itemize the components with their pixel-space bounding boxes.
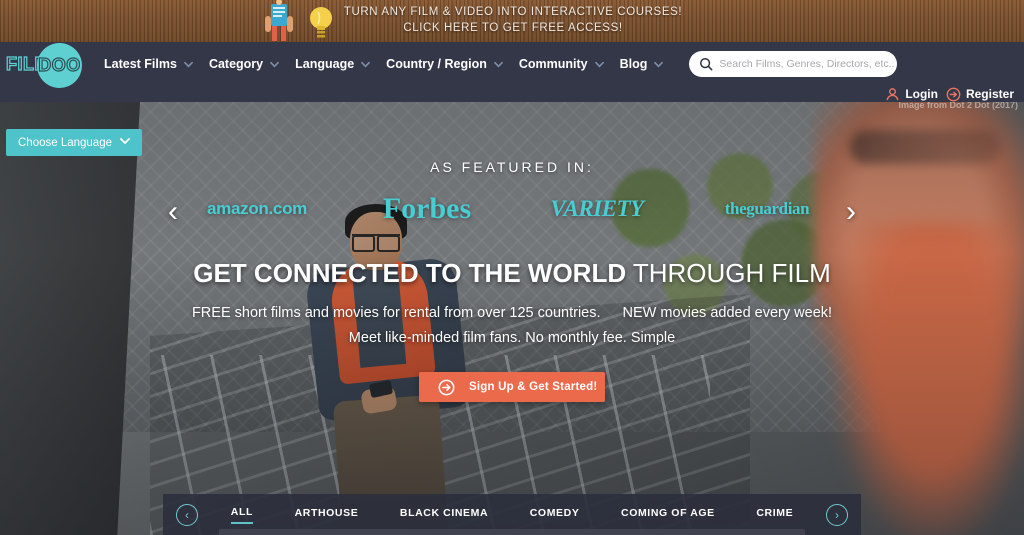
hero-subheadline-2: Meet like-minded film fans. No monthly f…: [348, 330, 676, 346]
logo-circle: DOO: [37, 43, 82, 88]
promo-banner[interactable]: TURN ANY FILM & VIDEO INTO INTERACTIVE C…: [0, 0, 1024, 42]
hero-headline-bold: GET CONNECTED TO THE WORLD: [193, 258, 627, 288]
chevron-down-icon: [184, 60, 193, 69]
chevron-down-icon: [361, 60, 371, 69]
hero-sub1b: NEW movies added every week!: [622, 305, 833, 321]
chevron-down-icon: [594, 60, 604, 69]
signup-cta-label: Sign Up & Get Started!: [469, 381, 598, 393]
search-icon: [699, 57, 713, 71]
chevron-down-icon: [654, 60, 664, 69]
category-item-all[interactable]: ALL: [230, 506, 253, 524]
nav-item-community[interactable]: Community: [519, 57, 604, 71]
press-logo-amazon: amazon.com: [207, 199, 307, 218]
login-label: Login: [905, 87, 938, 101]
filmdoo-logo[interactable]: FILM DOO: [5, 42, 82, 88]
hero-image-credit: Image from Dot 2 Dot (2017): [898, 102, 1018, 110]
register-button[interactable]: Register: [946, 87, 1014, 102]
choose-language-label: Choose Language: [18, 136, 112, 149]
promo-icons: [262, 0, 334, 42]
hero-headline: GET CONNECTED TO THE WORLD THROUGH FILM: [0, 258, 1024, 289]
user-icon: [885, 87, 900, 102]
hero-section: Image from Dot 2 Dot (2017) Choose Langu…: [0, 102, 1024, 535]
hero-subheadline-1: FREE short films and movies for rental f…: [0, 305, 1024, 321]
nav-label: Category: [208, 57, 264, 71]
chevron-down-icon: [493, 60, 503, 69]
category-item-comedy[interactable]: COMEDY: [530, 507, 580, 523]
hero-sub1a: FREE short films and movies for rental f…: [191, 305, 601, 321]
hero-headline-light: THROUGH FILM: [626, 258, 831, 288]
nav-item-blog[interactable]: Blog: [620, 57, 664, 71]
nav-search-input[interactable]: Search Films, Genres, Directors, etc..: [689, 51, 898, 77]
category-filter-bar: ‹ ALL ARTHOUSE BLACK CINEMA COMEDY COMIN…: [163, 494, 861, 535]
hero-carousel-next[interactable]: ›: [846, 197, 856, 227]
nav-item-category[interactable]: Category: [208, 57, 280, 71]
category-item-black-cinema[interactable]: BLACK CINEMA: [400, 507, 488, 523]
logo-text-doo: DOO: [38, 54, 81, 75]
nav-links: Latest Films Category Language Country /…: [104, 51, 898, 77]
chevron-down-icon: [270, 60, 280, 69]
lightbulb-icon: [309, 7, 332, 38]
promo-line-1: TURN ANY FILM & VIDEO INTO INTERACTIVE C…: [343, 6, 683, 19]
nav-item-language[interactable]: Language: [295, 57, 371, 71]
category-item-crime[interactable]: CRIME: [756, 507, 793, 523]
press-logos-row: amazon.com Forbes VARIETY theguardian: [0, 192, 1024, 226]
as-featured-in-label: AS FEATURED IN:: [430, 159, 594, 175]
category-prev-button[interactable]: ‹: [176, 503, 198, 526]
nav-auth-area: Login Register: [885, 86, 1014, 102]
main-navbar: FILM DOO Latest Films Category Language: [0, 42, 1024, 102]
register-label: Register: [965, 87, 1014, 101]
choose-language-dropdown[interactable]: Choose Language: [6, 129, 142, 156]
hero-carousel-prev[interactable]: ‹: [168, 197, 178, 227]
press-logo-forbes: Forbes: [382, 192, 472, 225]
category-item-arthouse[interactable]: ARTHOUSE: [295, 507, 359, 523]
nav-search-placeholder: Search Films, Genres, Directors, etc..: [719, 58, 895, 70]
category-items: ALL ARTHOUSE BLACK CINEMA COMEDY COMING …: [198, 506, 826, 524]
nav-label: Latest Films: [104, 57, 177, 71]
chevron-down-icon: [120, 136, 130, 149]
nav-item-country-region[interactable]: Country / Region: [386, 57, 503, 71]
promo-line-2: CLICK HERE TO GET FREE ACCESS!: [403, 22, 623, 34]
nav-label: Blog: [619, 57, 648, 71]
arrow-circle-right-icon: [946, 87, 961, 102]
press-logo-variety: VARIETY: [550, 196, 644, 221]
press-logo-guardian: theguardian: [724, 199, 810, 218]
nav-item-latest-films[interactable]: Latest Films: [104, 57, 193, 71]
category-item-coming-of-age[interactable]: COMING OF AGE: [621, 507, 715, 523]
arrow-circle-right-icon: [438, 379, 455, 396]
person-with-tablet-icon: [264, 0, 293, 41]
nav-label: Country / Region: [386, 57, 487, 71]
nav-label: Community: [518, 57, 588, 71]
signup-cta-button[interactable]: Sign Up & Get Started!: [419, 372, 605, 402]
category-next-button[interactable]: ›: [826, 503, 848, 526]
nav-label: Language: [295, 57, 355, 71]
login-button[interactable]: Login: [885, 87, 938, 102]
